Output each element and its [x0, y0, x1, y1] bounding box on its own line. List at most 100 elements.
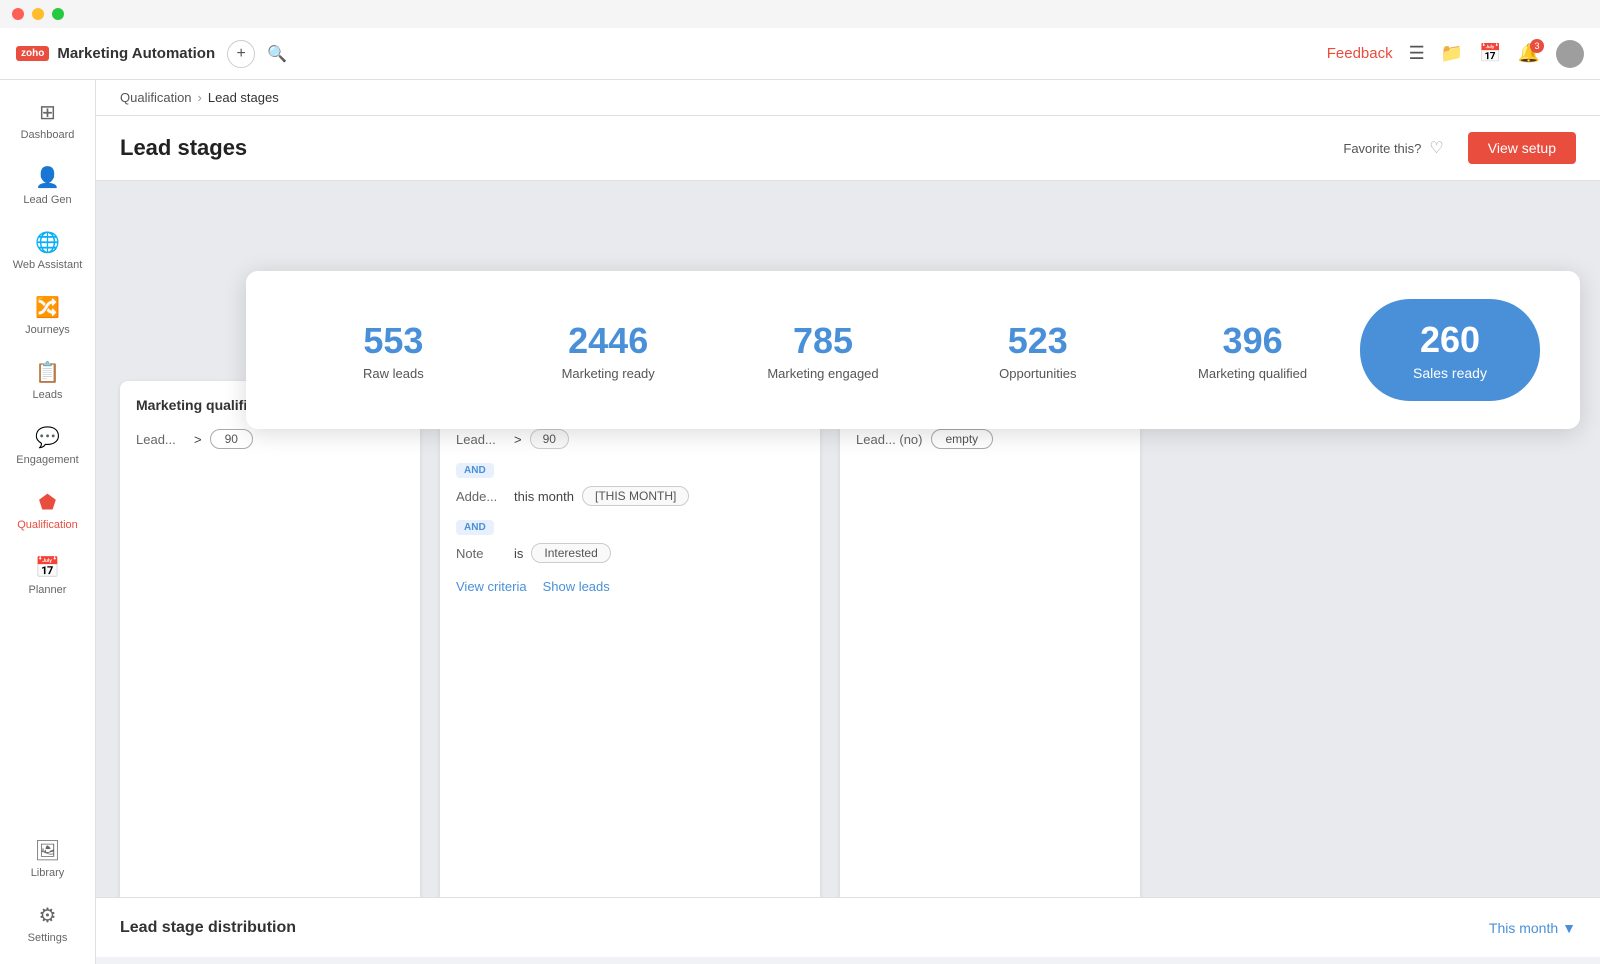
sidebar-item-settings[interactable]: ⚙ Settings — [8, 893, 88, 954]
sidebar-label-leads: Leads — [33, 389, 63, 401]
criteria-row-lead: Lead... > 90 — [136, 429, 404, 449]
sidebar-item-qualification[interactable]: ⬟ Qualification — [8, 480, 88, 541]
stat-marketing-qualified[interactable]: 396 Marketing qualified — [1145, 312, 1360, 389]
sidebar-label-settings: Settings — [28, 932, 68, 944]
criteria-row-2: Adde... this month [THIS MONTH] — [456, 486, 804, 506]
kanban-card-raw-leads: Raw leads Lead... (no) empty — [840, 381, 1140, 933]
sidebar-item-lead-gen[interactable]: 👤 Lead Gen — [8, 155, 88, 216]
stat-label-marketing-engaged: Marketing engaged — [732, 366, 915, 381]
criteria-label-3: Note — [456, 546, 506, 561]
criteria-op-1: > — [514, 432, 522, 447]
sidebar-item-leads[interactable]: 📋 Leads — [8, 350, 88, 411]
library-icon: 🖼 — [35, 838, 60, 863]
sidebar: ⊞ Dashboard 👤 Lead Gen 🌐 Web Assistant 🔀… — [0, 80, 96, 964]
folder-icon[interactable]: 📁 — [1441, 43, 1463, 64]
sidebar-item-web-assistant[interactable]: 🌐 Web Assistant — [8, 220, 88, 281]
maximize-dot[interactable] — [52, 8, 64, 20]
qualification-icon: ⬟ — [39, 490, 56, 515]
notification-icon[interactable]: 🔔 3 — [1518, 43, 1540, 64]
avatar[interactable] — [1556, 40, 1584, 68]
stat-label-opportunities: Opportunities — [946, 366, 1129, 381]
sidebar-label-planner: Planner — [29, 584, 67, 596]
engagement-icon: 💬 — [35, 425, 60, 450]
favorite-text: Favorite this? — [1343, 141, 1421, 156]
stat-number-marketing-engaged: 785 — [732, 320, 915, 362]
criteria-label-raw: Lead... (no) — [856, 432, 923, 447]
stat-marketing-ready[interactable]: 2446 Marketing ready — [501, 312, 716, 389]
favorite-area[interactable]: Favorite this? ♡ — [1343, 138, 1443, 158]
criteria-op-2: this month — [514, 489, 574, 504]
leads-icon: 📋 — [35, 360, 60, 385]
sidebar-item-engagement[interactable]: 💬 Engagement — [8, 415, 88, 476]
zoho-brand: zoho — [16, 46, 49, 61]
criteria-label: Lead... — [136, 432, 186, 447]
card-links: View criteria Show leads — [456, 579, 804, 594]
sidebar-item-library[interactable]: 🖼 Library — [8, 828, 88, 889]
page-title: Lead stages — [120, 135, 247, 161]
view-criteria-link[interactable]: View criteria — [456, 579, 527, 594]
show-leads-link[interactable]: Show leads — [543, 579, 610, 594]
sidebar-item-journeys[interactable]: 🔀 Journeys — [8, 285, 88, 346]
view-setup-button[interactable]: View setup — [1468, 132, 1576, 164]
criteria-label-1: Lead... — [456, 432, 506, 447]
add-button[interactable]: + — [227, 40, 255, 68]
app-name: Marketing Automation — [57, 45, 215, 62]
minimize-dot[interactable] — [32, 8, 44, 20]
criteria-op: > — [194, 432, 202, 447]
bottom-bar: Lead stage distribution This month ▼ — [96, 897, 1600, 957]
and-badge-2: AND — [456, 520, 494, 535]
breadcrumb-separator: › — [198, 90, 202, 105]
criteria-tag-3: Interested — [531, 543, 610, 563]
chevron-down-icon: ▼ — [1562, 920, 1576, 936]
heart-icon[interactable]: ♡ — [1429, 138, 1443, 158]
calendar-icon[interactable]: 📅 — [1479, 43, 1501, 64]
app-logo: zoho Marketing Automation — [16, 45, 215, 62]
navbar-right: Feedback ☰ 📁 📅 🔔 3 — [1327, 40, 1584, 68]
titlebar — [0, 0, 1600, 28]
feedback-link[interactable]: Feedback — [1327, 45, 1393, 62]
planner-icon: 📅 — [35, 555, 60, 580]
list-view-icon[interactable]: ☰ — [1409, 43, 1425, 64]
stat-sales-ready[interactable]: 260 Sales ready — [1360, 299, 1540, 401]
stats-overlay: 553 Raw leads 2446 Marketing ready 785 M… — [226, 271, 1600, 429]
sidebar-label-engagement: Engagement — [16, 454, 78, 466]
sidebar-item-planner[interactable]: 📅 Planner — [8, 545, 88, 606]
stat-label-sales-ready: Sales ready — [1392, 365, 1508, 381]
criteria-row-raw: Lead... (no) empty — [856, 429, 1124, 449]
stat-opportunities[interactable]: 523 Opportunities — [930, 312, 1145, 389]
kanban-card-marketing-qualified: Marketing qualified Lead... > 90 — [120, 381, 420, 933]
main-content: Qualification › Lead stages Lead stages … — [96, 80, 1600, 964]
stats-card: 553 Raw leads 2446 Marketing ready 785 M… — [246, 271, 1580, 429]
notification-count: 3 — [1530, 39, 1544, 53]
stat-number-opportunities: 523 — [946, 320, 1129, 362]
stat-label-marketing-ready: Marketing ready — [517, 366, 700, 381]
breadcrumb-parent[interactable]: Qualification — [120, 90, 192, 105]
app-layout: ⊞ Dashboard 👤 Lead Gen 🌐 Web Assistant 🔀… — [0, 80, 1600, 964]
breadcrumb: Qualification › Lead stages — [96, 80, 1600, 116]
kanban-card-sales-ready: Sales ready Lead... > 90 AND Adde... thi… — [440, 381, 820, 933]
lead-gen-icon: 👤 — [35, 165, 60, 190]
sidebar-label-qualification: Qualification — [17, 519, 78, 531]
month-selector-label: This month — [1489, 920, 1558, 936]
stat-number-sales-ready: 260 — [1392, 319, 1508, 361]
criteria-row-1: Lead... > 90 — [456, 429, 804, 449]
close-dot[interactable] — [12, 8, 24, 20]
page-header: Lead stages Favorite this? ♡ View setup — [96, 116, 1600, 181]
stat-number-raw-leads: 553 — [302, 320, 485, 362]
criteria-op-3: is — [514, 546, 523, 561]
breadcrumb-current: Lead stages — [208, 90, 279, 105]
stat-raw-leads[interactable]: 553 Raw leads — [286, 312, 501, 389]
lead-stage-distribution-title: Lead stage distribution — [120, 919, 296, 937]
stat-number-marketing-qualified: 396 — [1161, 320, 1344, 362]
stat-number-marketing-ready: 2446 — [517, 320, 700, 362]
sidebar-label-web-assistant: Web Assistant — [13, 259, 83, 271]
sidebar-label-lead-gen: Lead Gen — [23, 194, 71, 206]
sidebar-item-dashboard[interactable]: ⊞ Dashboard — [8, 90, 88, 151]
stat-marketing-engaged[interactable]: 785 Marketing engaged — [716, 312, 931, 389]
criteria-tag-raw: empty — [931, 429, 994, 449]
criteria-tag-1: 90 — [530, 429, 569, 449]
stat-label-marketing-qualified: Marketing qualified — [1161, 366, 1344, 381]
month-selector[interactable]: This month ▼ — [1489, 920, 1576, 936]
content-area: 553 Raw leads 2446 Marketing ready 785 M… — [96, 181, 1600, 957]
search-icon[interactable]: 🔍 — [263, 40, 291, 68]
